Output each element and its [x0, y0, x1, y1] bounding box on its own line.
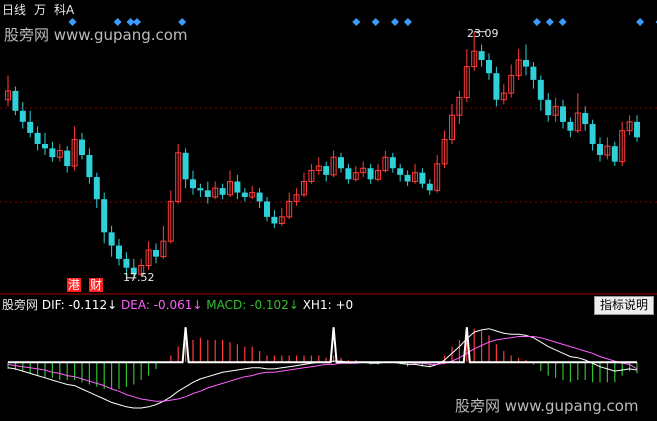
candle-body-down — [101, 199, 108, 233]
candle-body-down — [426, 183, 433, 191]
high-price-label: 23.09 — [467, 27, 499, 40]
candle-body-down — [12, 90, 19, 111]
candle-body-down — [64, 150, 71, 167]
candle-body-down — [530, 66, 537, 80]
candle-body-down — [397, 168, 404, 175]
candle-body-down — [523, 59, 529, 67]
candlestick-macd-chart[interactable] — [0, 0, 657, 421]
candle-body-down — [486, 59, 492, 74]
candle-body-down — [86, 155, 93, 178]
signal-diamond-icon — [636, 18, 645, 26]
xh1-value: XH1: +0 — [302, 298, 354, 312]
candle-body-down — [19, 110, 26, 122]
candle-body-down — [27, 121, 34, 133]
indicator-help-button[interactable]: 指标说明 — [594, 296, 654, 315]
candle-body-down — [116, 245, 122, 259]
candle-body-down — [93, 177, 100, 200]
candle-body-down — [204, 190, 211, 197]
candle-body-down — [190, 179, 196, 189]
candle-body-down — [108, 232, 115, 246]
dif-value: DIF: -0.112 — [41, 298, 108, 312]
candle-body-down — [597, 143, 603, 155]
candle-body-down — [182, 152, 189, 180]
signal-diamond-icon — [113, 18, 122, 26]
candle-body-down — [367, 168, 374, 180]
candle-body-down — [219, 188, 226, 195]
signal-diamond-icon — [68, 18, 77, 26]
candle-body-down — [545, 99, 552, 116]
macd-brand: 股旁网 — [2, 298, 39, 312]
xh1-signal-line — [8, 327, 637, 364]
candle-body-down — [634, 121, 640, 138]
dif-arrow: ↓ — [107, 298, 118, 312]
candle-body-down — [582, 113, 589, 125]
signal-diamond-icon — [545, 18, 554, 26]
candle-body-down — [271, 216, 278, 224]
candle-body-down — [338, 157, 344, 169]
macd-value: MACD: -0.102 — [206, 298, 289, 312]
candle-body-down — [123, 258, 130, 268]
dea-arrow: ↓ — [192, 298, 203, 312]
candle-body-down — [234, 181, 241, 193]
stock-name: 科A — [54, 3, 75, 17]
candle-body-down — [49, 148, 56, 158]
macd-legend: 股旁网 DIF: -0.112↓ DEA: -0.061↓ MACD: -0.1… — [2, 298, 353, 312]
candle-body-down — [589, 124, 596, 144]
candle-body-down — [323, 166, 330, 175]
dea-value: DEA: -0.061 — [121, 298, 193, 312]
low-price-label: 17.52 — [123, 271, 155, 284]
candle-body-down — [79, 139, 85, 155]
signal-diamond-icon — [391, 18, 399, 26]
signal-diamond-icon — [558, 18, 567, 26]
signal-diamond-icon — [178, 18, 187, 26]
macd-arrow: ↓ — [288, 298, 299, 312]
signal-diamond-icon — [403, 18, 412, 26]
candle-body-down — [34, 132, 41, 144]
candle-body-down — [389, 157, 396, 169]
candle-body-down — [345, 168, 352, 180]
candle-body-down — [567, 121, 574, 131]
candle-body-down — [153, 250, 159, 257]
dea-line — [7, 336, 638, 402]
finance-badge[interactable]: 财 — [89, 278, 104, 292]
candle-body-down — [42, 143, 48, 149]
chart-stage[interactable]: 日线万科A 股旁网 www.gupang.com 股旁网 www.gupang.… — [0, 0, 657, 421]
weight-toggle[interactable]: 万 — [34, 3, 46, 17]
watermark-bottom: 股旁网 www.gupang.com — [455, 397, 639, 415]
candle-body-down — [197, 188, 204, 191]
signal-diamond-icon — [371, 18, 380, 26]
chart-header: 日线万科A — [2, 3, 82, 17]
signal-diamond-icon — [532, 18, 541, 26]
candle-body-down — [611, 146, 618, 162]
signal-diamond-icon — [352, 18, 361, 26]
period-label[interactable]: 日线 — [2, 3, 26, 17]
candle-body-down — [560, 106, 566, 122]
candle-body-down — [241, 192, 248, 197]
candle-body-down — [478, 51, 485, 60]
candle-body-down — [256, 192, 263, 202]
watermark-top: 股旁网 www.gupang.com — [4, 26, 188, 44]
candle-body-down — [404, 174, 411, 182]
signal-diamond-icon — [133, 18, 141, 26]
candle-body-down — [537, 79, 544, 100]
candle-body-down — [419, 172, 426, 184]
hk-connect-badge[interactable]: 港 — [67, 278, 82, 292]
candle-body-down — [264, 201, 270, 217]
candle-body-down — [493, 73, 500, 100]
